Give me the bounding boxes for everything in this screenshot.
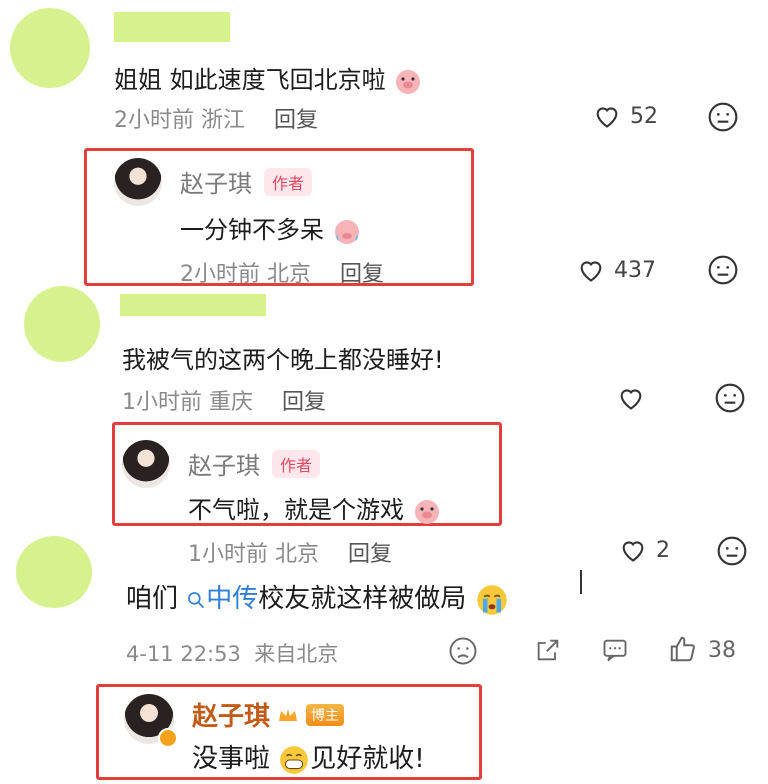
- pig-emoji-icon: [414, 500, 439, 524]
- reply-author-name[interactable]: 赵子琪: [188, 446, 260, 481]
- comment-meta: 1小时前 重庆 回复: [122, 390, 327, 415]
- reply-author-name[interactable]: 赵子琪: [180, 164, 252, 199]
- reply-text: 一分钟不多呆: [180, 210, 362, 246]
- neutral-face-icon[interactable]: [716, 535, 748, 567]
- neutral-face-icon[interactable]: [714, 382, 746, 414]
- reply-meta: 2小时前 北京 回复: [180, 262, 385, 287]
- avatar: [122, 440, 170, 488]
- like-count: 437: [614, 258, 656, 283]
- heart-icon[interactable]: [592, 102, 622, 130]
- like-count: 38: [708, 638, 736, 663]
- share-icon[interactable]: [534, 636, 562, 664]
- avatar-redacted: [24, 286, 100, 362]
- like-count: 52: [630, 104, 658, 129]
- thumbs-up-icon[interactable]: [668, 634, 698, 664]
- comment-text: 姐姐 如此速度飞回北京啦: [114, 60, 423, 96]
- neutral-face-icon[interactable]: [707, 254, 739, 286]
- reply-text: 没事啦 见好就收!: [192, 744, 425, 774]
- username-redacted: [114, 12, 230, 42]
- reply-header: 赵子琪 作者: [180, 164, 313, 199]
- reply-meta: 1小时前 北京 回复: [188, 542, 393, 567]
- reply-button[interactable]: 回复: [274, 108, 318, 133]
- avatar-redacted: [10, 8, 90, 88]
- verified-badge-icon: [158, 728, 178, 748]
- grin-emoji-icon: [280, 745, 309, 774]
- author-badge: 作者: [272, 449, 321, 478]
- reply-button[interactable]: 回复: [348, 542, 392, 567]
- avatar: [114, 158, 162, 206]
- comment-text: 咱们 中传校友就这样被做局: [126, 578, 509, 617]
- reply-button[interactable]: 回复: [282, 390, 326, 415]
- weibo-meta: 4-11 22:53 来自北京: [126, 642, 339, 666]
- avatar-redacted: [16, 536, 92, 608]
- comment-meta: 2小时前 浙江 回复: [114, 108, 319, 133]
- heart-icon[interactable]: [576, 256, 606, 284]
- reply-header: 赵子琪 作者: [188, 446, 321, 481]
- heart-icon[interactable]: [616, 384, 646, 412]
- pig-emoji-icon: [396, 70, 421, 94]
- reply-header: 赵子琪 博主: [192, 696, 345, 733]
- author-badge: 作者: [264, 167, 313, 196]
- topic-link[interactable]: 中传: [186, 584, 258, 614]
- crying-pig-emoji-icon: [334, 220, 359, 244]
- reply-button[interactable]: 回复: [340, 262, 384, 287]
- search-icon: [188, 591, 205, 608]
- username-redacted: [120, 294, 266, 316]
- like-count: 2: [656, 538, 670, 563]
- text-cursor: [580, 570, 582, 594]
- comment-text: 我被气的这两个晚上都没睡好!: [122, 346, 444, 374]
- comment-icon[interactable]: [600, 636, 630, 664]
- crown-icon: [279, 708, 298, 721]
- reply-text: 不气啦，就是个游戏: [188, 490, 442, 526]
- crying-emoji-icon: [476, 584, 507, 615]
- frown-face-icon[interactable]: [448, 636, 478, 666]
- heart-icon[interactable]: [618, 536, 648, 564]
- reply-author-name[interactable]: 赵子琪: [192, 696, 270, 733]
- neutral-face-icon[interactable]: [707, 101, 739, 133]
- blogger-badge: 博主: [306, 703, 345, 726]
